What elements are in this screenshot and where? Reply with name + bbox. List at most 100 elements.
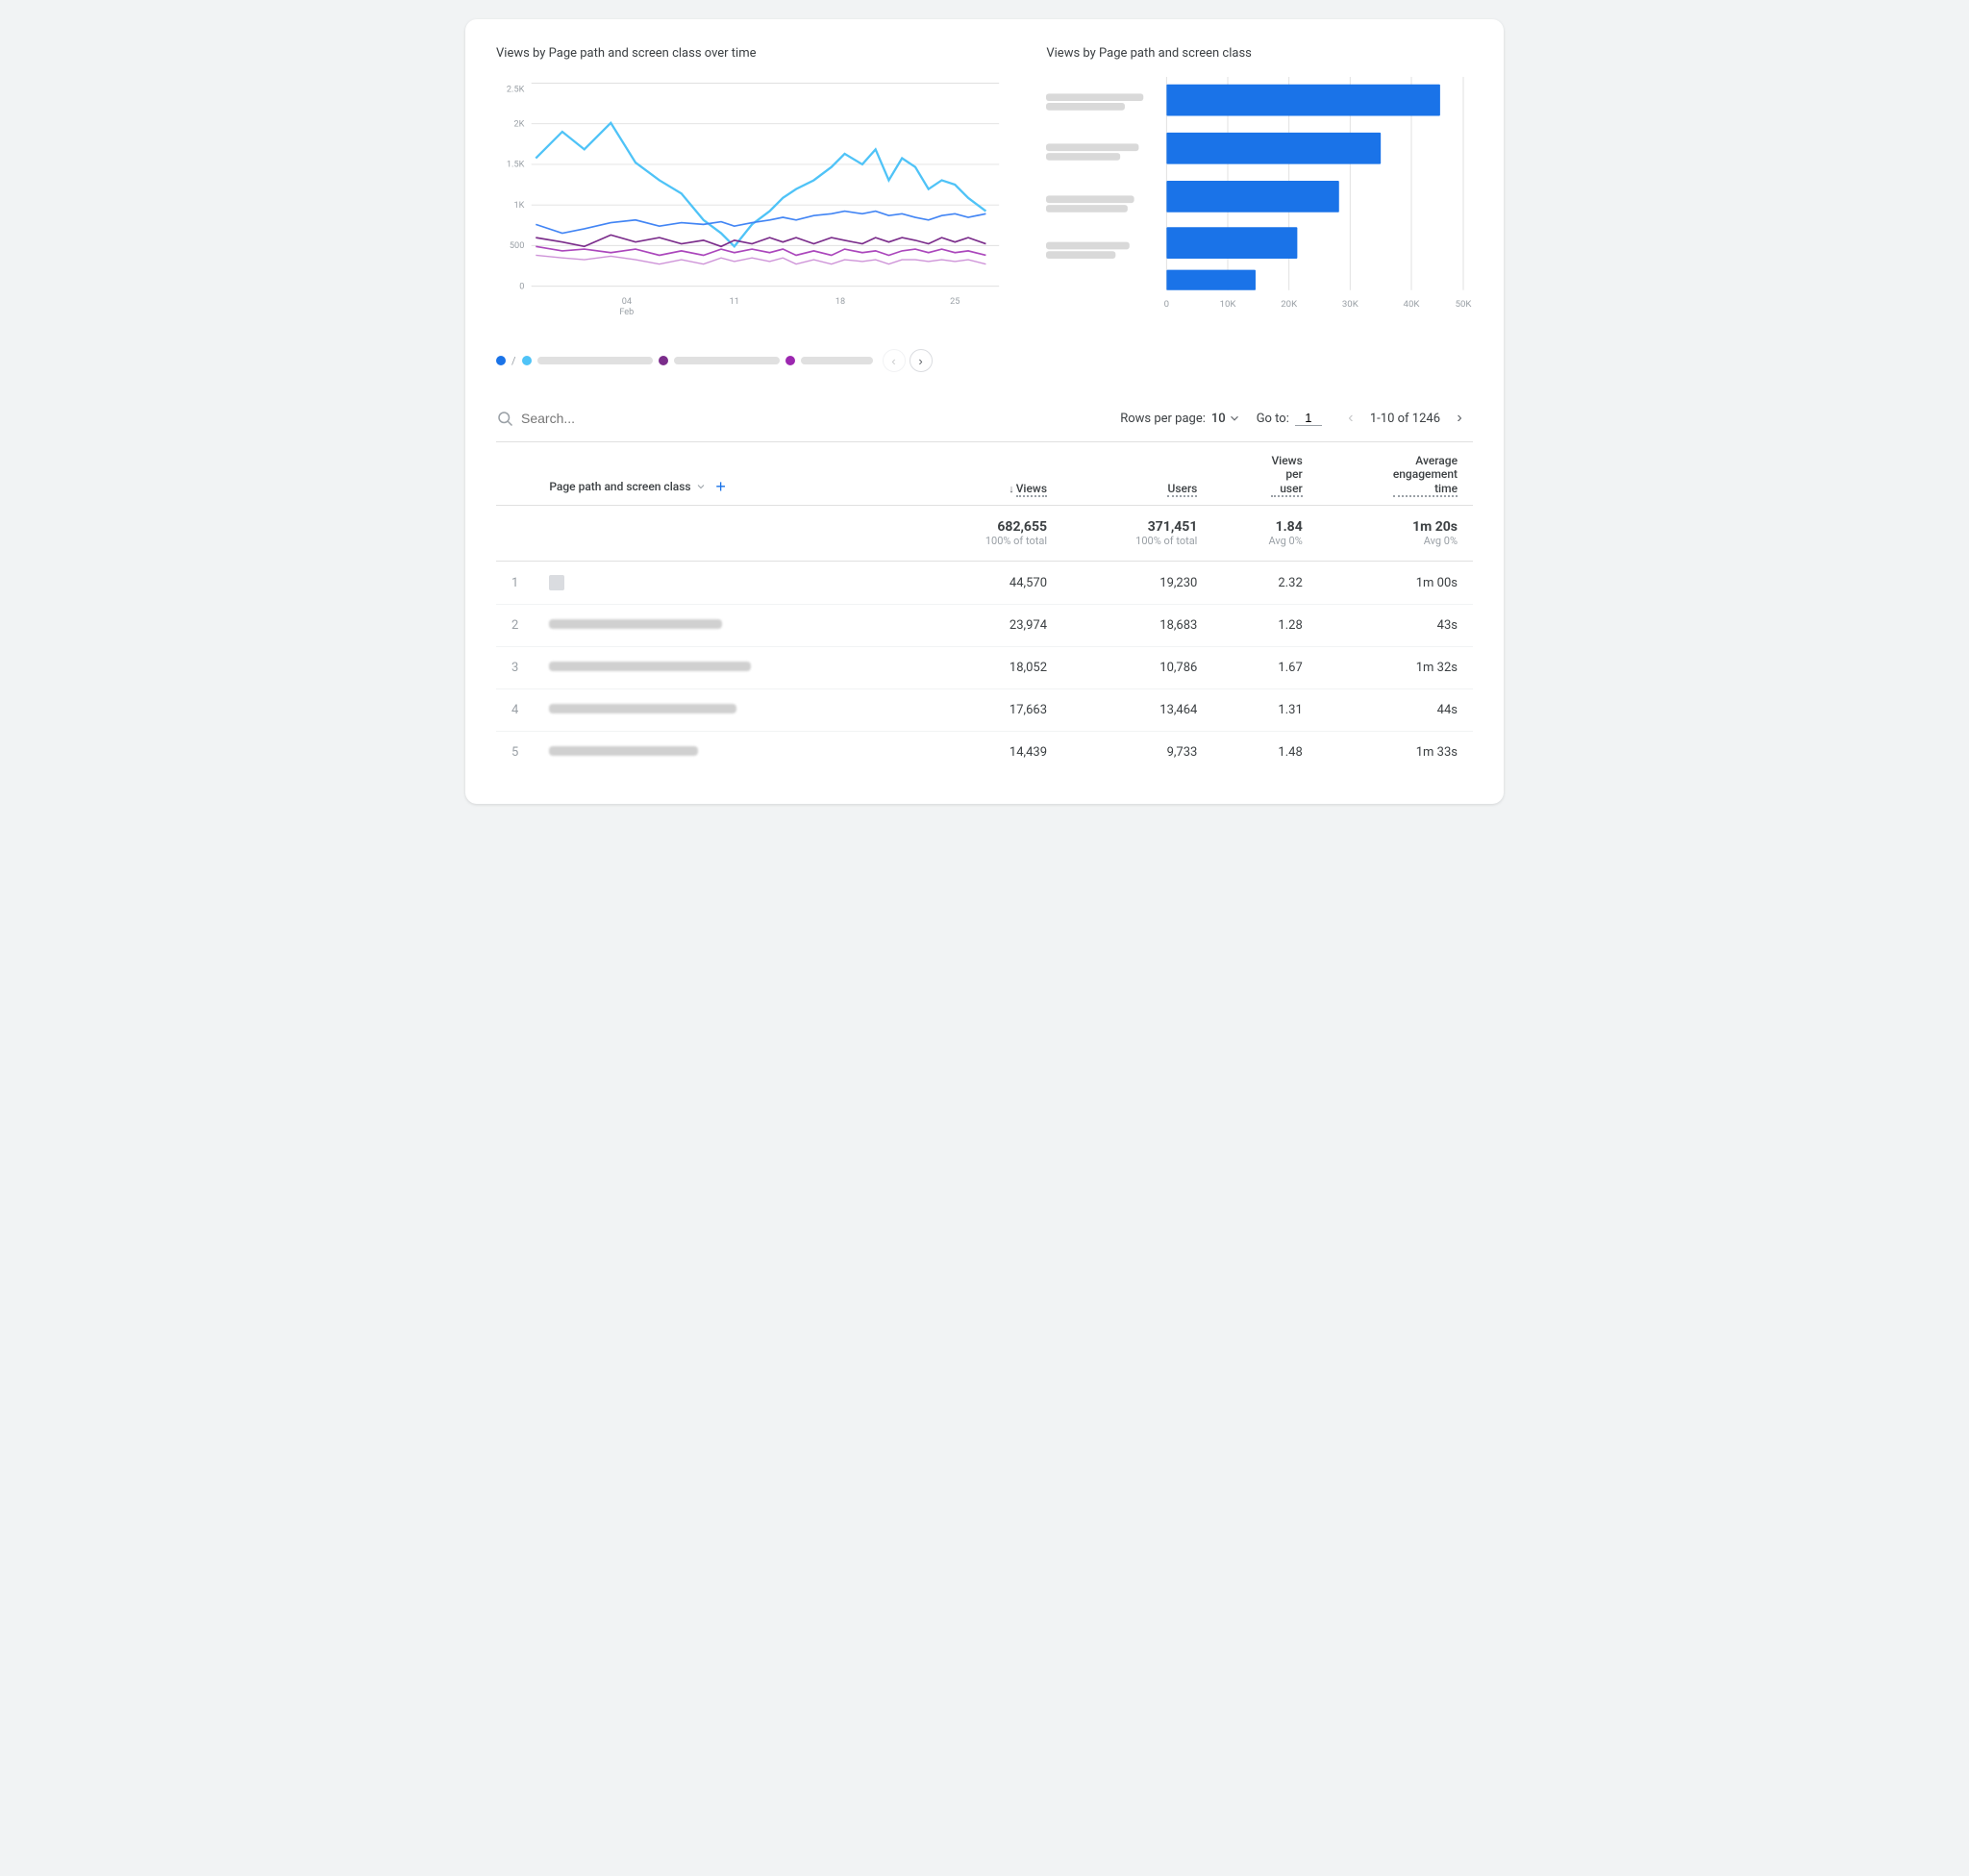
line-chart-svg: 0 500 1K 1.5K 2K 2.5K 04 Feb 11 18 25 bbox=[496, 72, 1008, 341]
svg-text:500: 500 bbox=[510, 240, 524, 251]
totals-row: 682,655 100% of total 371,451 100% of to… bbox=[496, 506, 1473, 562]
page-icon bbox=[549, 575, 564, 590]
row-5-num: 5 bbox=[496, 732, 534, 774]
row-1-views: 44,570 bbox=[912, 562, 1062, 605]
rows-select-dropdown[interactable]: 10 bbox=[1211, 412, 1241, 426]
search-input[interactable] bbox=[521, 411, 636, 426]
bar-chart-section: Views by Page path and screen class bbox=[1046, 46, 1473, 372]
svg-text:04: 04 bbox=[622, 296, 632, 307]
legend-label-4 bbox=[801, 357, 873, 364]
table-row: 2 23,974 18,683 1.28 43s bbox=[496, 605, 1473, 647]
row-5-avg: 1m 33s bbox=[1318, 732, 1473, 774]
search-icon bbox=[496, 410, 513, 427]
col-header-vpu: Viewsperuser bbox=[1212, 442, 1317, 506]
svg-text:25: 25 bbox=[950, 296, 960, 307]
table-row: 4 17,663 13,464 1.31 44s bbox=[496, 689, 1473, 732]
row-2-num: 2 bbox=[496, 605, 534, 647]
row-1-vpu: 2.32 bbox=[1212, 562, 1317, 605]
svg-text:2K: 2K bbox=[513, 118, 524, 129]
sort-arrow-icon: ↓ bbox=[1009, 483, 1014, 495]
row-3-vpu: 1.67 bbox=[1212, 647, 1317, 689]
row-4-views: 17,663 bbox=[912, 689, 1062, 732]
goto-section: Go to: bbox=[1257, 411, 1322, 426]
bar-chart-svg: 0 10K 20K 30K 40K 50K bbox=[1046, 72, 1473, 341]
table-controls: Rows per page: 10 Go to: ‹ 1-10 of 1246 … bbox=[496, 395, 1473, 442]
svg-text:50K: 50K bbox=[1456, 299, 1473, 310]
goto-label: Go to: bbox=[1257, 412, 1289, 426]
totals-vpu: 1.84 Avg 0% bbox=[1212, 506, 1317, 562]
legend-next-button[interactable]: › bbox=[910, 349, 933, 372]
row-2-avg: 43s bbox=[1318, 605, 1473, 647]
data-table: Page path and screen class + ↓ Views bbox=[496, 442, 1473, 773]
row-1-avg: 1m 00s bbox=[1318, 562, 1473, 605]
prev-page-button[interactable]: ‹ bbox=[1337, 405, 1364, 432]
col-header-num bbox=[496, 442, 534, 506]
rows-value: 10 bbox=[1211, 412, 1226, 426]
svg-text:1K: 1K bbox=[513, 200, 524, 211]
row-4-users: 13,464 bbox=[1062, 689, 1212, 732]
table-row: 5 14,439 9,733 1.48 1m 33s bbox=[496, 732, 1473, 774]
row-2-views: 23,974 bbox=[912, 605, 1062, 647]
svg-text:18: 18 bbox=[835, 296, 845, 307]
line-chart-section: Views by Page path and screen class over… bbox=[496, 46, 1008, 372]
svg-text:2.5K: 2.5K bbox=[507, 85, 525, 95]
blurred-page-path bbox=[549, 619, 722, 629]
totals-page bbox=[534, 506, 911, 562]
row-5-views: 14,439 bbox=[912, 732, 1062, 774]
totals-avg: 1m 20s Avg 0% bbox=[1318, 506, 1473, 562]
svg-text:10K: 10K bbox=[1220, 299, 1237, 310]
col-header-page: Page path and screen class + bbox=[534, 442, 911, 506]
col-header-users: Users bbox=[1062, 442, 1212, 506]
svg-text:20K: 20K bbox=[1282, 299, 1299, 310]
bar-chart-wrap: 0 10K 20K 30K 40K 50K bbox=[1046, 72, 1473, 341]
rows-per-page: Rows per page: 10 bbox=[1120, 412, 1240, 426]
table-section: Rows per page: 10 Go to: ‹ 1-10 of 1246 … bbox=[496, 395, 1473, 773]
svg-text:30K: 30K bbox=[1342, 299, 1359, 310]
row-3-page bbox=[534, 647, 911, 689]
row-3-users: 10,786 bbox=[1062, 647, 1212, 689]
blurred-page-path bbox=[549, 746, 698, 756]
row-3-num: 3 bbox=[496, 647, 534, 689]
table-header-row: Page path and screen class + ↓ Views bbox=[496, 442, 1473, 506]
totals-num bbox=[496, 506, 534, 562]
next-page-button[interactable]: › bbox=[1446, 405, 1473, 432]
row-1-users: 19,230 bbox=[1062, 562, 1212, 605]
add-column-button[interactable]: + bbox=[710, 476, 732, 497]
legend-dot-3 bbox=[659, 356, 668, 365]
blurred-page-path bbox=[549, 704, 736, 713]
legend-nav: ‹ › bbox=[883, 349, 933, 372]
rows-per-page-label: Rows per page: bbox=[1120, 412, 1206, 426]
row-2-page bbox=[534, 605, 911, 647]
row-1-num: 1 bbox=[496, 562, 534, 605]
row-5-vpu: 1.48 bbox=[1212, 732, 1317, 774]
svg-text:Feb: Feb bbox=[619, 307, 634, 317]
blurred-page-path bbox=[549, 662, 751, 671]
row-2-users: 18,683 bbox=[1062, 605, 1212, 647]
main-card: Views by Page path and screen class over… bbox=[465, 19, 1504, 804]
row-3-avg: 1m 32s bbox=[1318, 647, 1473, 689]
legend-prev-button[interactable]: ‹ bbox=[883, 349, 906, 372]
row-4-page bbox=[534, 689, 911, 732]
svg-text:0: 0 bbox=[519, 281, 524, 291]
chevron-down-icon bbox=[1228, 412, 1241, 425]
col-page-label: Page path and screen class bbox=[549, 480, 690, 493]
goto-input[interactable] bbox=[1295, 411, 1322, 426]
row-5-page bbox=[534, 732, 911, 774]
table-row: 1 44,570 19,230 2.32 1m 00s bbox=[496, 562, 1473, 605]
row-4-vpu: 1.31 bbox=[1212, 689, 1317, 732]
row-4-avg: 44s bbox=[1318, 689, 1473, 732]
pagination: ‹ 1-10 of 1246 › bbox=[1337, 405, 1473, 432]
charts-row: Views by Page path and screen class over… bbox=[496, 46, 1473, 372]
line-chart-wrap: 0 500 1K 1.5K 2K 2.5K 04 Feb 11 18 25 bbox=[496, 72, 1008, 341]
line-chart-title: Views by Page path and screen class over… bbox=[496, 46, 1008, 61]
chart-legend: / ‹ › bbox=[496, 349, 1008, 372]
bar-chart-title: Views by Page path and screen class bbox=[1046, 46, 1473, 61]
col-views-label: Views bbox=[1016, 482, 1047, 497]
col-avg-label: Averageengagementtime bbox=[1393, 454, 1458, 497]
totals-views: 682,655 100% of total bbox=[912, 506, 1062, 562]
legend-label-3 bbox=[674, 357, 780, 364]
legend-dot-2 bbox=[522, 356, 532, 365]
pagination-text: 1-10 of 1246 bbox=[1370, 412, 1440, 426]
legend-dot-1 bbox=[496, 356, 506, 365]
table-row: 3 18,052 10,786 1.67 1m 32s bbox=[496, 647, 1473, 689]
